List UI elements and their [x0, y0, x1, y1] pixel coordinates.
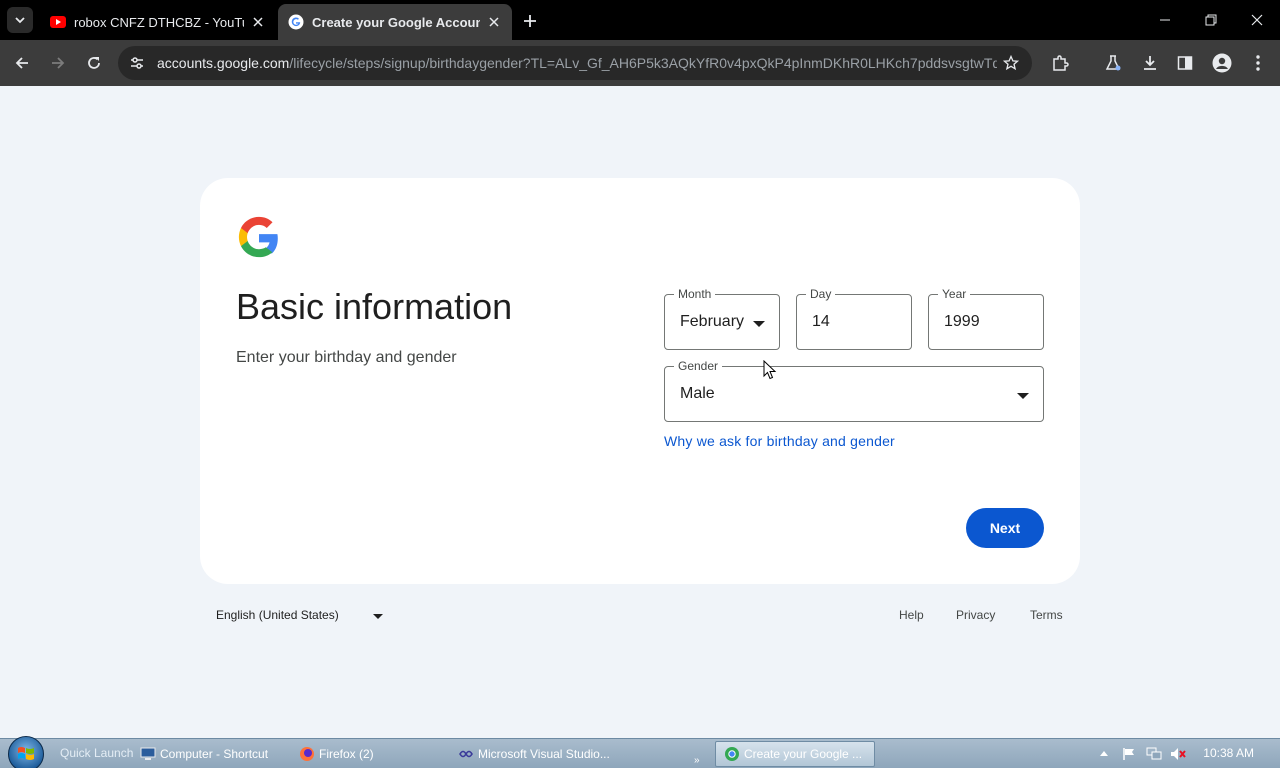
- bookmark-star-icon[interactable]: [1002, 54, 1020, 72]
- reload-icon: [88, 57, 100, 69]
- menu-button[interactable]: [1244, 49, 1272, 77]
- taskbar-item-google[interactable]: Create your Google ...: [715, 741, 875, 767]
- minimize-button[interactable]: [1142, 0, 1188, 40]
- page-subtitle: Enter your birthday and gender: [236, 349, 457, 366]
- gender-value: Male: [680, 385, 715, 402]
- chrome-icon: [725, 747, 739, 761]
- back-button[interactable]: [8, 49, 36, 77]
- mouse-cursor-icon: [763, 360, 777, 380]
- signup-card: Basic information Enter your birthday an…: [200, 178, 1080, 584]
- side-panel-icon: [1177, 56, 1193, 70]
- help-link[interactable]: Help: [899, 608, 924, 622]
- puzzle-icon: [1053, 55, 1069, 71]
- dropdown-arrow-icon[interactable]: [373, 614, 383, 619]
- tab-search-button[interactable]: [7, 7, 33, 33]
- year-input[interactable]: Year 1999: [928, 287, 1044, 350]
- url-host: accounts.google.com: [157, 55, 290, 71]
- profile-button[interactable]: [1208, 49, 1236, 77]
- taskbar: Quick Launch Computer - Shortcut Firefox…: [0, 736, 1280, 768]
- site-settings-icon[interactable]: [128, 54, 146, 72]
- tab-strip: robox CNFZ DTHCBZ - YouTub Create your G…: [0, 0, 1280, 40]
- url-text[interactable]: accounts.google.com/lifecycle/steps/sign…: [157, 55, 997, 71]
- forward-button[interactable]: [44, 49, 72, 77]
- arrow-left-icon: [15, 57, 28, 69]
- day-label: Day: [806, 287, 836, 301]
- computer-icon: [140, 747, 156, 760]
- day-value: 14: [812, 313, 830, 330]
- month-select[interactable]: Month February: [664, 287, 780, 350]
- start-button[interactable]: [8, 736, 44, 768]
- gender-select[interactable]: Gender Male: [664, 359, 1044, 422]
- visual-studio-icon: [459, 750, 473, 758]
- url-path: /lifecycle/steps/signup/birthdaygender?T…: [289, 55, 997, 71]
- reload-button[interactable]: [80, 49, 108, 77]
- page-title: Basic information: [236, 286, 513, 327]
- chevron-down-icon: [15, 17, 25, 24]
- taskbar-item-visual-studio[interactable]: Microsoft Visual Studio...: [458, 741, 610, 767]
- tab-google-account[interactable]: Create your Google Account: [278, 4, 512, 40]
- side-panel-button[interactable]: [1171, 49, 1199, 77]
- taskbar-item-label: Computer - Shortcut: [160, 747, 269, 761]
- taskbar-item-label: Firefox (2): [319, 747, 374, 761]
- privacy-link[interactable]: Privacy: [956, 608, 995, 622]
- why-we-ask-link[interactable]: Why we ask for birthday and gender: [664, 433, 895, 449]
- flask-icon: [1105, 55, 1121, 71]
- terms-link[interactable]: Terms: [1030, 608, 1063, 622]
- tab-youtube[interactable]: robox CNFZ DTHCBZ - YouTub: [40, 4, 276, 40]
- firefox-icon: [300, 747, 314, 761]
- dropdown-arrow-icon: [753, 321, 765, 327]
- volume-muted-icon[interactable]: [1170, 747, 1186, 761]
- taskbar-overflow-chevron[interactable]: »: [694, 747, 700, 768]
- action-center-flag-icon[interactable]: [1122, 747, 1136, 761]
- double-chevron-icon: »: [694, 754, 700, 766]
- quick-launch-label: Quick Launch: [60, 746, 134, 760]
- new-tab-button[interactable]: [518, 9, 542, 33]
- month-value: February: [680, 313, 745, 330]
- language-select[interactable]: English (United States): [216, 608, 339, 622]
- plus-icon: [524, 15, 536, 27]
- tab-title: Create your Google Account: [312, 14, 480, 30]
- more-vert-icon: [1256, 55, 1260, 71]
- taskbar-item-label: Create your Google ...: [744, 747, 863, 761]
- taskbar-item-firefox[interactable]: Firefox (2): [299, 741, 374, 767]
- close-icon: [1251, 14, 1263, 26]
- taskbar-item-label: Microsoft Visual Studio...: [478, 747, 610, 761]
- extensions-button[interactable]: [1046, 49, 1074, 77]
- browser-toolbar: accounts.google.com/lifecycle/steps/sign…: [0, 40, 1280, 86]
- taskbar-item-computer[interactable]: Computer - Shortcut: [140, 741, 268, 767]
- arrow-right-icon: [52, 57, 65, 69]
- day-input[interactable]: Day 14: [796, 287, 912, 350]
- download-icon: [1144, 56, 1156, 70]
- google-logo-icon: [238, 216, 278, 258]
- network-icon[interactable]: [1146, 747, 1162, 761]
- close-window-button[interactable]: [1234, 0, 1280, 40]
- gender-label: Gender: [674, 359, 723, 373]
- downloads-button[interactable]: [1136, 49, 1164, 77]
- google-icon: [288, 14, 304, 30]
- dropdown-arrow-icon: [1017, 393, 1029, 399]
- restore-icon: [1205, 14, 1217, 26]
- minimize-icon: [1160, 19, 1170, 21]
- tray-expand-icon[interactable]: [1100, 750, 1108, 756]
- close-icon[interactable]: [250, 14, 266, 30]
- restore-button[interactable]: [1188, 0, 1234, 40]
- windows-logo-icon: [18, 747, 34, 760]
- youtube-icon: [50, 14, 66, 30]
- clock[interactable]: 10:38 AM: [1203, 746, 1254, 760]
- address-bar[interactable]: accounts.google.com/lifecycle/steps/sign…: [118, 46, 1032, 80]
- tab-title: robox CNFZ DTHCBZ - YouTub: [74, 14, 244, 30]
- next-button[interactable]: Next: [966, 508, 1044, 548]
- year-value: 1999: [944, 313, 980, 330]
- month-label: Month: [674, 287, 716, 301]
- year-label: Year: [938, 287, 971, 301]
- avatar-icon: [1212, 53, 1232, 73]
- labs-button[interactable]: [1099, 49, 1127, 77]
- system-tray: 10:38 AM: [1090, 739, 1280, 768]
- close-icon[interactable]: [486, 14, 502, 30]
- window-controls: [1142, 0, 1280, 40]
